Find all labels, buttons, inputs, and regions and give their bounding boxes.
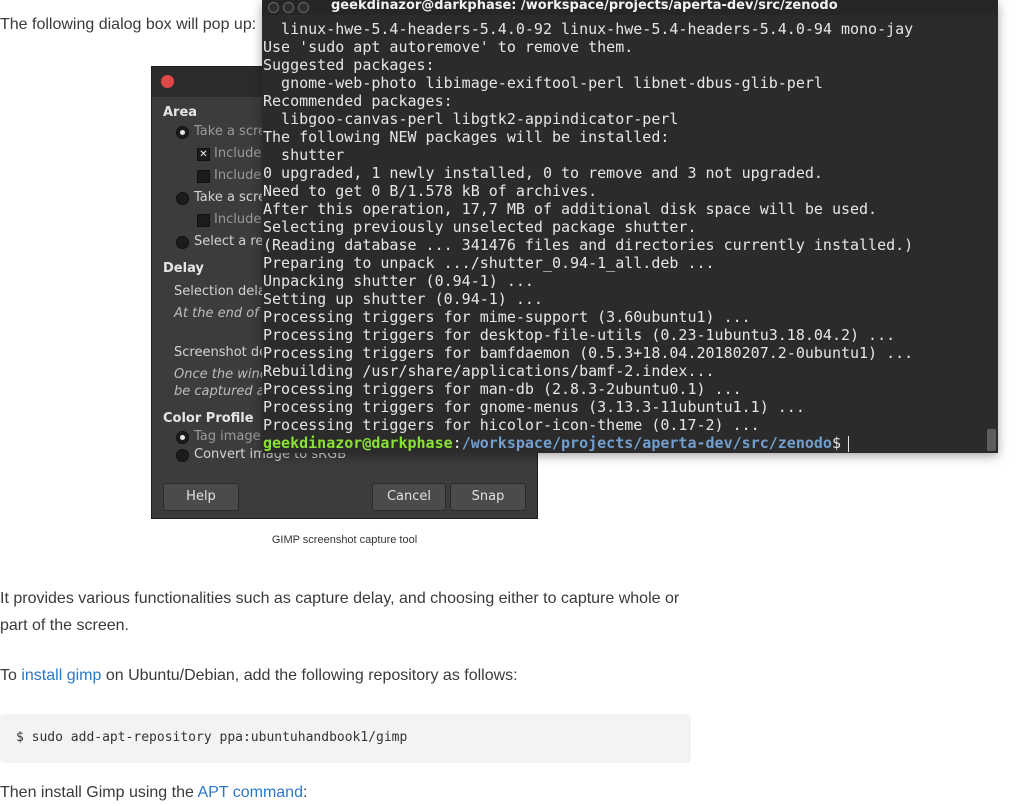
install-paragraph: To install gimp on Ubuntu/Debian, add th… [0, 662, 518, 689]
terminal-line: Processing triggers for hicolor-icon-the… [263, 416, 760, 434]
terminal-line: (Reading database ... 341476 files and d… [263, 236, 914, 254]
apt-text-post: : [302, 784, 308, 801]
delay-section-label: Delay [163, 261, 204, 276]
terminal-line: shutter [263, 146, 345, 164]
install-gimp-link[interactable]: install gimp [21, 667, 101, 684]
snap-button[interactable]: Snap [450, 483, 526, 511]
terminal-title: geekdinazor@darkphase: /workspace/projec… [331, 0, 838, 13]
terminal-line: Processing triggers for gnome-menus (3.1… [263, 398, 805, 416]
area-section-label: Area [163, 105, 198, 120]
take-screenshot-radio[interactable] [176, 126, 189, 139]
include-pointer-checkbox[interactable] [197, 170, 210, 183]
maximize-window-icon[interactable] [298, 2, 309, 13]
install-text-post: on Ubuntu/Debian, add the following repo… [101, 667, 518, 684]
install-text-pre: To [0, 667, 22, 684]
terminal-line: Rebuilding /usr/share/applications/bamf-… [263, 362, 715, 380]
terminal-scrollbar[interactable] [987, 429, 996, 451]
tag-image-radio[interactable] [176, 431, 189, 444]
terminal-line: Processing triggers for desktop-file-uti… [263, 326, 896, 344]
include-pointer-2-checkbox[interactable] [197, 214, 210, 227]
terminal-line: Use 'sudo apt autoremove' to remove them… [263, 38, 634, 56]
take-screenshot-2-radio[interactable] [176, 192, 189, 205]
close-window-icon[interactable] [268, 2, 279, 13]
terminal-line: Recommended packages: [263, 92, 453, 110]
terminal-line: Preparing to unpack .../shutter_0.94-1_a… [263, 254, 715, 272]
apt-paragraph: Then install Gimp using the APT command: [0, 779, 307, 806]
terminal-line: gnome-web-photo libimage-exiftool-perl l… [263, 74, 823, 92]
image-caption: GIMP screenshot capture tool [271, 534, 418, 546]
prompt-path: /workspace/projects/aperta-dev/src/zenod… [461, 434, 832, 452]
code-block[interactable]: $ sudo add-apt-repository ppa:ubuntuhand… [0, 714, 691, 763]
terminal-line: Processing triggers for bamfdaemon (0.5.… [263, 344, 914, 362]
prompt-user: geekdinazor@darkphase [263, 434, 453, 452]
include-decoration-checkbox[interactable]: ✕ [197, 148, 210, 161]
prompt-separator: : [452, 434, 462, 452]
screenshot-delay-hint-1: Once the windo [174, 367, 276, 382]
terminal-line: Suggested packages: [263, 56, 435, 74]
terminal-output[interactable]: linux-hwe-5.4-headers-5.4.0-92 linux-hwe… [263, 20, 913, 452]
terminal-line: Setting up shutter (0.94-1) ... [263, 290, 543, 308]
convert-srgb-radio[interactable] [176, 449, 189, 462]
select-region-radio[interactable] [176, 236, 189, 249]
terminal-line: linux-hwe-5.4-headers-5.4.0-92 linux-hwe… [263, 20, 914, 38]
terminal-line: After this operation, 17,7 MB of additio… [263, 200, 878, 218]
terminal-line: Unpacking shutter (0.94-1) ... [263, 272, 534, 290]
terminal-cursor [847, 435, 849, 452]
color-profile-section-label: Color Profile [163, 411, 254, 426]
terminal-line: Processing triggers for mime-support (3.… [263, 308, 751, 326]
terminal-line: Need to get 0 B/1.578 kB of archives. [263, 182, 598, 200]
intro-text: The following dialog box will pop up: [0, 16, 257, 33]
terminal-line: libgoo-canvas-perl libgtk2-appindicator-… [263, 110, 679, 128]
terminal-window[interactable]: geekdinazor@darkphase: /workspace/projec… [262, 0, 998, 453]
apt-text-pre: Then install Gimp using the [0, 784, 198, 801]
terminal-line: The following NEW packages will be insta… [263, 128, 670, 146]
terminal-line: Processing triggers for man-db (2.8.3-2u… [263, 380, 742, 398]
terminal-prompt-line[interactable]: geekdinazor@darkphase:/workspace/project… [263, 434, 913, 452]
selection-delay-label: Selection delay [174, 284, 274, 299]
code-command: $ sudo add-apt-repository ppa:ubuntuhand… [16, 730, 408, 745]
minimize-window-icon[interactable] [283, 2, 294, 13]
prompt-symbol: $ [831, 434, 841, 452]
selection-delay-hint: At the end of th [174, 306, 277, 321]
help-button[interactable]: Help [163, 483, 239, 511]
description-paragraph: It provides various functionalities such… [0, 585, 690, 639]
terminal-titlebar[interactable]: geekdinazor@darkphase: /workspace/projec… [262, 0, 998, 15]
terminal-line: 0 upgraded, 1 newly installed, 0 to remo… [263, 164, 823, 182]
description-text: It provides various functionalities such… [0, 590, 680, 634]
apt-command-link[interactable]: APT command [197, 784, 303, 801]
close-icon[interactable] [161, 75, 174, 88]
terminal-line: Selecting previously unselected package … [263, 218, 697, 236]
cancel-button[interactable]: Cancel [372, 483, 446, 511]
